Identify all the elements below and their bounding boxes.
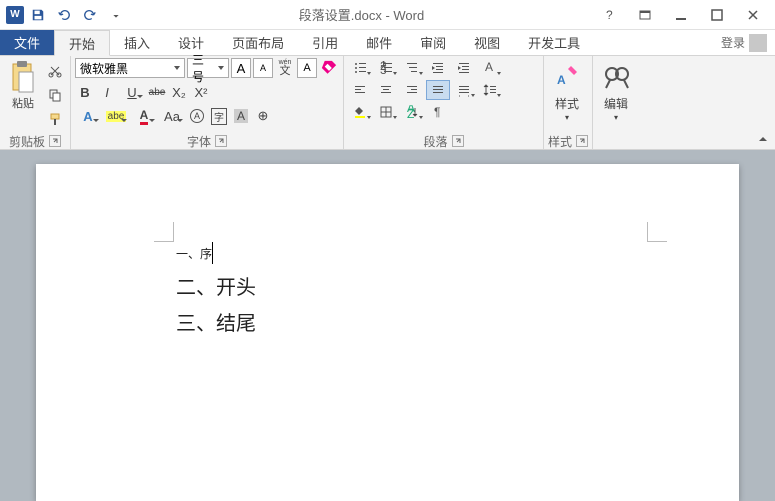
subscript-button[interactable]: X₂ [169, 82, 189, 102]
tab-view[interactable]: 视图 [460, 30, 514, 55]
font-dialog-launcher[interactable] [215, 135, 227, 147]
group-paragraph: 123 A AZ ¶ [344, 56, 544, 149]
svg-text:¶: ¶ [434, 105, 440, 119]
borders-button[interactable] [374, 102, 398, 122]
svg-text:Z: Z [407, 107, 414, 119]
qat-customize-button[interactable] [104, 3, 128, 27]
login-button[interactable]: 登录 [713, 30, 775, 55]
align-justify-button[interactable] [426, 80, 450, 100]
paste-button[interactable]: 粘贴 [4, 58, 42, 112]
font-color-button[interactable]: A [131, 106, 157, 126]
tab-developer[interactable]: 开发工具 [514, 30, 594, 55]
font-size-select[interactable]: 三号 [187, 58, 229, 78]
underline-button[interactable]: U [119, 82, 145, 102]
format-painter-button[interactable] [44, 108, 66, 130]
copy-button[interactable] [44, 84, 66, 106]
tab-review[interactable]: 审阅 [406, 30, 460, 55]
text-effects-button[interactable]: A [75, 106, 101, 126]
numbering-button[interactable]: 123 [374, 58, 398, 78]
avatar-icon [749, 34, 767, 52]
asian-layout-button[interactable]: A [478, 58, 502, 78]
margin-mark-tr [647, 222, 667, 242]
bullets-button[interactable] [348, 58, 372, 78]
doc-line-1[interactable]: 一、序 [176, 234, 619, 270]
margin-mark-tl [154, 222, 174, 242]
show-marks-button[interactable]: ¶ [426, 102, 450, 122]
increase-indent-button[interactable] [452, 58, 476, 78]
group-clipboard: 粘贴 剪贴板 [0, 56, 71, 149]
minimize-button[interactable] [667, 1, 695, 29]
title-bar: W 段落设置.docx - Word ? [0, 0, 775, 30]
align-left-button[interactable] [348, 80, 372, 100]
align-right-button[interactable] [400, 80, 424, 100]
align-distributed-button[interactable] [452, 80, 476, 100]
page[interactable]: 一、序 二、开头 三、结尾 [36, 164, 739, 501]
decrease-indent-button[interactable] [426, 58, 450, 78]
close-button[interactable] [739, 1, 767, 29]
strikethrough-button[interactable]: abe [147, 82, 167, 102]
cut-button[interactable] [44, 60, 66, 82]
tab-insert[interactable]: 插入 [110, 30, 164, 55]
char-shade-button[interactable]: A [231, 106, 251, 126]
multilevel-list-button[interactable] [400, 58, 424, 78]
group-font: 微软雅黑 三号 A A wén文 A B I U abe X₂ X² A abe… [71, 56, 344, 149]
login-label: 登录 [721, 34, 745, 51]
undo-button[interactable] [52, 3, 76, 27]
styles-dialog-launcher[interactable] [576, 135, 588, 147]
clipboard-dialog-launcher[interactable] [49, 135, 61, 147]
document-area: 一、序 二、开头 三、结尾 [0, 150, 775, 501]
svg-text:?: ? [606, 9, 613, 21]
styles-button[interactable]: A 样式▾ [548, 58, 586, 125]
ribbon-tabs: 文件 开始 插入 设计 页面布局 引用 邮件 审阅 视图 开发工具 登录 [0, 30, 775, 56]
group-editing: 编辑▾ [593, 56, 639, 149]
italic-button[interactable]: I [97, 82, 117, 102]
highlight-button[interactable]: abe [103, 106, 129, 126]
save-button[interactable] [26, 3, 50, 27]
char-misc-button[interactable]: ⊕ [253, 106, 273, 126]
bold-button[interactable]: B [75, 82, 95, 102]
tab-references[interactable]: 引用 [298, 30, 352, 55]
svg-text:A: A [485, 61, 493, 74]
collapse-ribbon-button[interactable] [751, 56, 775, 149]
maximize-button[interactable] [703, 1, 731, 29]
ribbon-display-button[interactable] [631, 1, 659, 29]
shrink-font-button[interactable]: A [253, 58, 273, 78]
shading-button[interactable] [348, 102, 372, 122]
editing-button[interactable]: 编辑▾ [597, 58, 635, 125]
enclose-char-button[interactable]: A [187, 106, 207, 126]
word-app-icon: W [6, 6, 24, 24]
redo-button[interactable] [78, 3, 102, 27]
grow-font-button[interactable]: A [231, 58, 251, 78]
char-border-button[interactable]: A [297, 58, 317, 78]
align-center-button[interactable] [374, 80, 398, 100]
doc-line-3[interactable]: 三、结尾 [176, 306, 619, 342]
paragraph-dialog-launcher[interactable] [452, 135, 464, 147]
char-shading-button[interactable]: 字 [209, 106, 229, 126]
clear-format-button[interactable] [319, 58, 339, 78]
tab-home[interactable]: 开始 [54, 30, 110, 56]
change-case-button[interactable]: Aa [159, 106, 185, 126]
phonetic-guide-button[interactable]: wén文 [275, 58, 295, 78]
group-styles: A 样式▾ 样式 [544, 56, 593, 149]
svg-text:A: A [557, 73, 566, 87]
document-title: 段落设置.docx - Word [128, 5, 595, 24]
font-name-select[interactable]: 微软雅黑 [75, 58, 185, 78]
doc-line-2[interactable]: 二、开头 [176, 270, 619, 306]
svg-text:3: 3 [380, 63, 387, 75]
tab-layout[interactable]: 页面布局 [218, 30, 298, 55]
ribbon: 粘贴 剪贴板 微软雅黑 三号 A A wén文 A B I [0, 56, 775, 150]
line-spacing-button[interactable] [478, 80, 502, 100]
text-cursor [212, 242, 213, 264]
tab-mail[interactable]: 邮件 [352, 30, 406, 55]
tab-file[interactable]: 文件 [0, 30, 54, 55]
superscript-button[interactable]: X² [191, 82, 211, 102]
help-button[interactable]: ? [595, 1, 623, 29]
sort-button[interactable]: AZ [400, 102, 424, 122]
